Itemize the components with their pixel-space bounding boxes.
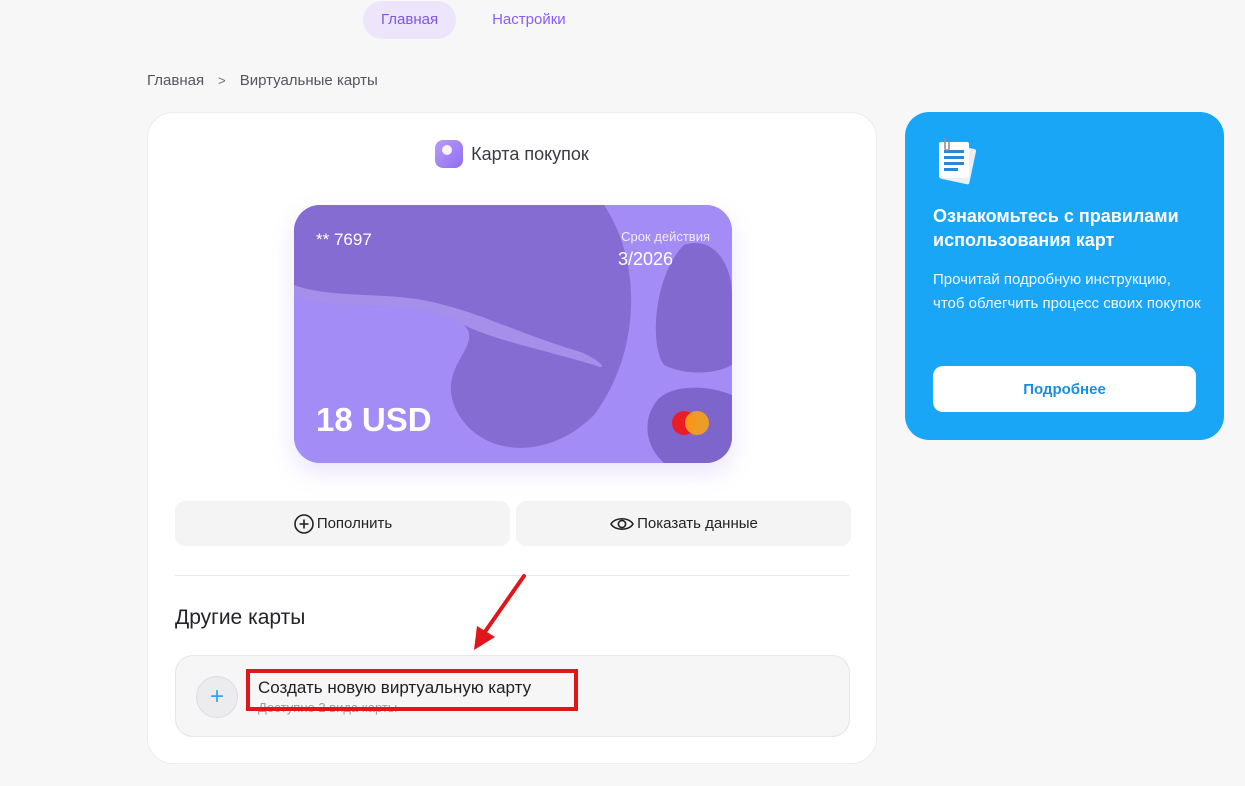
info-title: Ознакомьтесь с правилами использования к… — [933, 206, 1179, 250]
purchase-card-icon — [435, 140, 464, 168]
other-cards-title: Другие карты — [175, 606, 306, 629]
annotation-arrow-icon — [474, 574, 526, 650]
card-actions: Пополнить Показать данные — [175, 501, 851, 546]
plus-icon[interactable]: + — [196, 676, 238, 718]
info-panel: Ознакомьтесь с правилами использования к… — [905, 112, 1224, 440]
more-info-button[interactable]: Подробнее — [933, 366, 1196, 412]
card-balance: 18 USD — [316, 401, 432, 438]
tab-home[interactable]: Главная — [363, 1, 457, 39]
plus-circle-icon — [294, 513, 314, 534]
card-panel-header: Карта покупок — [148, 140, 876, 168]
card-panel-title: Карта покупок — [471, 143, 589, 164]
show-details-button[interactable]: Показать данные — [516, 501, 851, 546]
top-up-button[interactable]: Пополнить — [175, 501, 510, 546]
breadcrumb-current: Виртуальные карты — [239, 72, 378, 89]
virtual-card[interactable]: ** 7697 Срок действия 3/2026 18 USD — [294, 205, 732, 463]
info-text: Прочитай подробную инструкцию, чтоб обле… — [933, 271, 1201, 312]
tab-settings[interactable]: Настройки — [474, 1, 584, 39]
card-expiry-label: Срок действия — [621, 229, 710, 244]
show-details-label: Показать данные — [637, 515, 758, 532]
breadcrumb: Главная > Виртуальные карты — [147, 72, 378, 89]
breadcrumb-home[interactable]: Главная — [147, 72, 204, 89]
document-icon — [939, 138, 977, 185]
annotation-highlight-box — [246, 669, 578, 711]
eye-icon — [610, 517, 635, 530]
mastercard-circle-orange — [685, 411, 709, 435]
card-expiry: 3/2026 — [618, 249, 674, 269]
card-number: ** 7697 — [316, 230, 372, 249]
mastercard-icon — [672, 411, 710, 435]
card-panel: Карта покупок ** 7697 Срок действия 3/20… — [147, 112, 877, 764]
top-up-label: Пополнить — [316, 515, 393, 532]
top-nav: Главная Настройки — [363, 0, 584, 40]
breadcrumb-separator: > — [218, 73, 226, 88]
